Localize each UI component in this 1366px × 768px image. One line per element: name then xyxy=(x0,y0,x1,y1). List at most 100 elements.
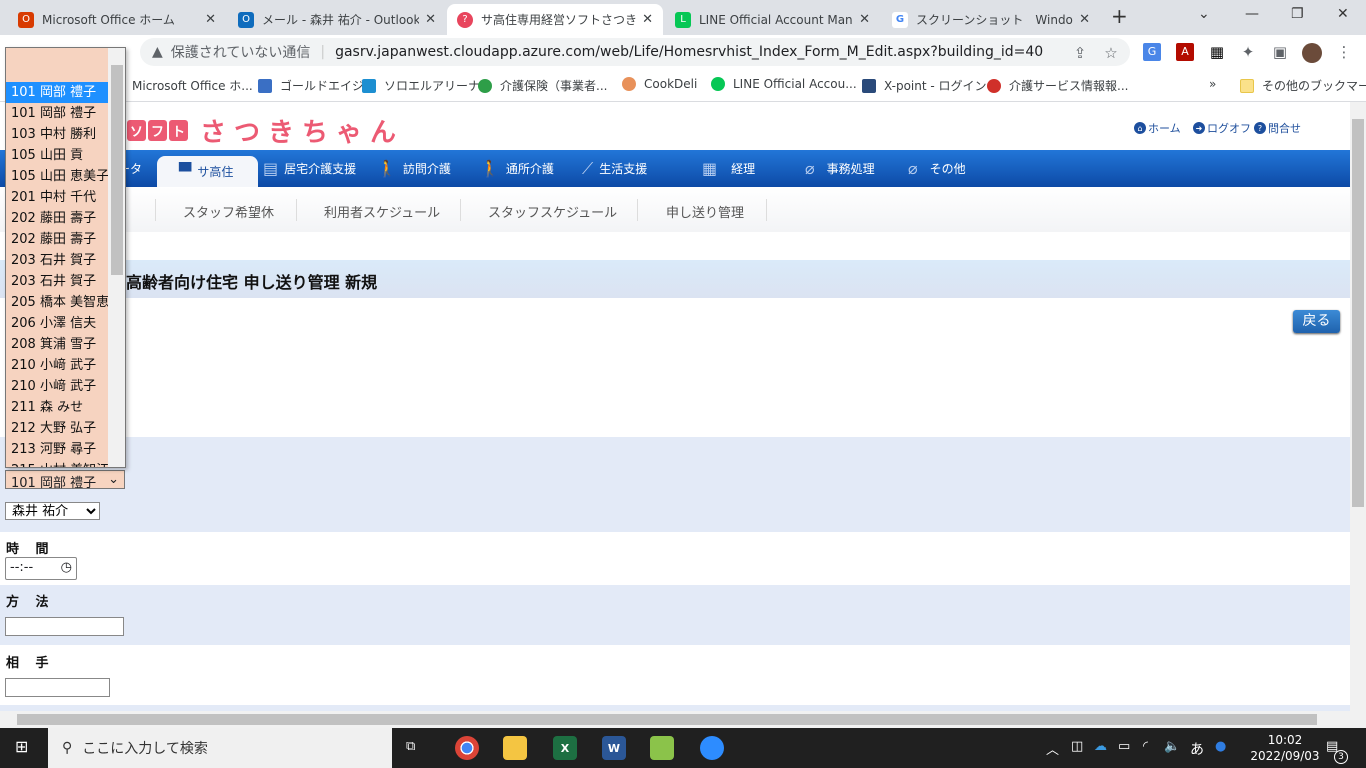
bookmark[interactable]: CookDeli xyxy=(622,77,697,91)
zoom-icon[interactable] xyxy=(700,736,724,760)
taskbar-search[interactable]: ⚲ ここに入力して検索 xyxy=(48,728,392,768)
time-input[interactable]: --:-- ◷ xyxy=(5,557,77,580)
resident-dropdown-list[interactable]: 101 岡部 禮子 101 岡部 禮子 103 中村 勝利 105 山田 貢 105 山… xyxy=(5,47,126,468)
nav-item-keiri[interactable]: ▦ 経理 xyxy=(702,150,755,187)
dropdown-option[interactable]: 101 岡部 禮子 xyxy=(6,82,109,103)
show-hidden-icons[interactable]: ︿ xyxy=(1046,739,1059,758)
battery-icon[interactable]: ▭ xyxy=(1118,739,1130,754)
bookmarks-overflow-button[interactable]: » xyxy=(1209,77,1216,91)
resident-select[interactable]: 101 岡部 禮子 ⌄ xyxy=(5,470,125,491)
subnav-handover[interactable]: 申し送り管理 xyxy=(666,202,744,221)
dropdown-option[interactable]: 210 小﨑 武子 xyxy=(6,355,109,376)
pdf-icon[interactable]: A xyxy=(1176,43,1194,61)
horizontal-scrollbar[interactable] xyxy=(0,711,1366,728)
menu-icon[interactable]: ⋮ xyxy=(1335,43,1353,61)
windows-start-icon[interactable]: ⊞ xyxy=(15,737,28,756)
bookmark-star-icon[interactable]: ☆ xyxy=(1102,44,1120,62)
dropdown-option[interactable]: 202 藤田 壽子 xyxy=(6,208,109,229)
extensions-icon[interactable]: ✦ xyxy=(1239,43,1257,61)
other-bookmarks[interactable]: その他のブックマーク xyxy=(1240,77,1366,94)
dropdown-option[interactable]: 215 山村 美知江 xyxy=(6,460,109,467)
bookmark[interactable]: 介護保険（事業者... xyxy=(478,77,607,94)
status-icon[interactable]: ● xyxy=(1215,739,1226,754)
bookmark[interactable]: ゴールドエイジ xyxy=(258,77,364,94)
nav-item-other[interactable]: ⌀ その他 xyxy=(908,150,966,187)
chrome-icon[interactable] xyxy=(455,736,479,760)
close-window-button[interactable]: ✕ xyxy=(1337,6,1349,22)
home-link[interactable]: ⌂ ホーム xyxy=(1134,120,1181,136)
camera-icon[interactable]: ◫ xyxy=(1071,739,1083,754)
excel-icon[interactable]: X xyxy=(553,736,577,760)
browser-tab[interactable]: Gスクリーンショット Windows - G✕ xyxy=(882,4,1100,35)
maximize-button[interactable]: ❐ xyxy=(1291,6,1304,22)
dropdown-option[interactable]: 213 河野 尋子 xyxy=(6,439,109,460)
dropdown-scrollbar[interactable] xyxy=(108,48,125,467)
contact-link[interactable]: ? 問合せ xyxy=(1254,120,1301,136)
close-tab-icon[interactable]: ✕ xyxy=(859,12,870,27)
file-explorer-icon[interactable] xyxy=(503,736,527,760)
nav-item-jimu[interactable]: ⌀ 事務処理 xyxy=(805,150,875,187)
warning-icon: ▲ xyxy=(152,44,163,60)
logout-link[interactable]: ➜ ログオフ xyxy=(1193,120,1251,136)
dropdown-option[interactable]: 202 藤田 壽子 xyxy=(6,229,109,250)
nav-item-kyotaku[interactable]: ▤ 居宅介護支援 xyxy=(263,150,356,187)
nav-item-seikatsu[interactable]: ⟋ 生活支援 xyxy=(582,150,647,187)
bookmark[interactable]: X-point - ログイン xyxy=(862,77,987,94)
dropdown-option[interactable]: 203 石井 賀子 xyxy=(6,250,109,271)
back-button[interactable]: 戻る xyxy=(1293,310,1340,333)
bookmark[interactable]: 介護サービス情報報... xyxy=(987,77,1128,94)
dropdown-option[interactable] xyxy=(6,48,109,82)
tab-search-icon[interactable]: ⌄ xyxy=(1198,6,1210,22)
task-view-icon[interactable]: ⧉ xyxy=(406,739,415,754)
url-text[interactable]: gasrv.japanwest.cloudapp.azure.com/web/L… xyxy=(335,44,1043,60)
dropdown-option[interactable]: 210 小﨑 武子 xyxy=(6,376,109,397)
onedrive-icon[interactable]: ☁ xyxy=(1094,739,1107,754)
browser-tab[interactable]: O メール - 森井 祐介 - Outlook ✕ xyxy=(228,4,446,35)
dropdown-option[interactable]: 205 橋本 美智恵 xyxy=(6,292,109,313)
nav-item-houmon[interactable]: 🚶 訪問介護 xyxy=(377,150,451,187)
bookmark[interactable]: LINE Official Accou... xyxy=(711,77,857,91)
dropdown-option[interactable]: 103 中村 勝利 xyxy=(6,124,109,145)
dropdown-option[interactable]: 101 岡部 禮子 xyxy=(6,103,109,124)
new-tab-button[interactable]: + xyxy=(1111,4,1128,28)
close-tab-icon[interactable]: ✕ xyxy=(642,12,653,27)
close-tab-icon[interactable]: ✕ xyxy=(425,12,436,27)
browser-tab[interactable]: O Microsoft Office ホーム ✕ xyxy=(8,4,226,35)
browser-tab-active[interactable]: ?サ高住専用経営ソフトさつきちゃん✕ xyxy=(447,4,663,35)
dropdown-option[interactable]: 212 大野 弘子 xyxy=(6,418,109,439)
nav-item-sakoju[interactable]: ▀ サ高住 xyxy=(157,156,258,187)
partner-input[interactable] xyxy=(5,678,110,697)
vertical-scrollbar[interactable] xyxy=(1350,102,1366,711)
bookmark[interactable]: ソロエルアリーナ xyxy=(362,77,480,94)
app-icon[interactable] xyxy=(650,736,674,760)
share-icon[interactable]: ⇪ xyxy=(1071,44,1089,62)
staff-select[interactable]: 森井 祐介 xyxy=(5,502,100,520)
volume-icon[interactable]: 🔈 xyxy=(1164,739,1180,754)
dropdown-option[interactable]: 211 森 みせ xyxy=(6,397,109,418)
wifi-icon[interactable]: ◜ xyxy=(1143,739,1148,754)
minimize-button[interactable]: — xyxy=(1245,6,1259,22)
close-tab-icon[interactable]: ✕ xyxy=(205,12,216,27)
close-tab-icon[interactable]: ✕ xyxy=(1079,12,1090,27)
dropdown-option[interactable]: 206 小澤 信夫 xyxy=(6,313,109,334)
method-input[interactable] xyxy=(5,617,124,636)
translate-icon[interactable]: G xyxy=(1143,43,1161,61)
side-panel-icon[interactable]: ▣ xyxy=(1271,43,1289,61)
dropdown-option[interactable]: 203 石井 賀子 xyxy=(6,271,109,292)
subnav-staff-schedule[interactable]: スタッフスケジュール xyxy=(488,202,617,221)
dropdown-option[interactable]: 105 山田 貢 xyxy=(6,145,109,166)
dropdown-option[interactable]: 105 山田 恵美子 xyxy=(6,166,109,187)
clock[interactable]: 10:02 2022/09/03 xyxy=(1250,732,1320,764)
dropdown-option[interactable]: 201 中村 千代 xyxy=(6,187,109,208)
ime-indicator[interactable]: あ xyxy=(1190,739,1204,759)
qr-code-icon[interactable]: ▦ xyxy=(1208,43,1226,61)
bookmark[interactable]: Microsoft Office ホ... xyxy=(132,77,253,94)
browser-tab[interactable]: L LINE Official Account Manag ✕ xyxy=(665,4,880,35)
address-bar[interactable]: ▲ 保護されていない通信 | gasrv.japanwest.cloudapp.… xyxy=(140,38,1130,66)
subnav-user-schedule[interactable]: 利用者スケジュール xyxy=(324,202,440,221)
subnav-staff-leave[interactable]: スタッフ希望休 xyxy=(183,202,274,221)
avatar[interactable] xyxy=(1302,43,1322,63)
word-icon[interactable]: W xyxy=(602,736,626,760)
dropdown-option[interactable]: 208 箕浦 雪子 xyxy=(6,334,109,355)
nav-item-tsusho[interactable]: 🚶 通所介護 xyxy=(480,150,554,187)
